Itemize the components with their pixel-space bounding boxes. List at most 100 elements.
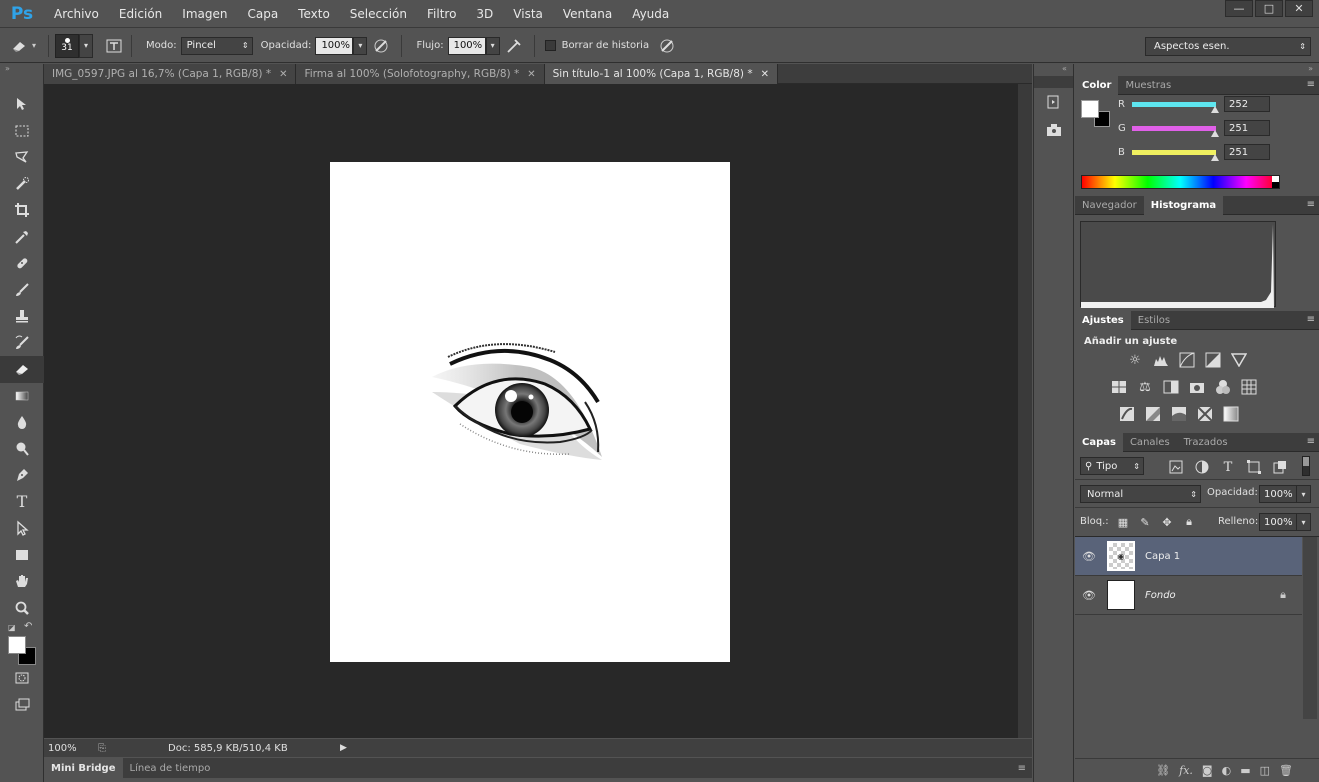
dodge-tool-icon[interactable] xyxy=(0,436,44,463)
preset-dropdown-icon[interactable]: ▾ xyxy=(32,41,36,50)
color-balance-icon[interactable]: ⚖ xyxy=(1136,378,1154,396)
close-tab-icon[interactable]: ✕ xyxy=(761,69,769,80)
opacity-dropdown-icon[interactable]: ▾ xyxy=(353,36,368,55)
brush-panel-icon[interactable] xyxy=(103,38,125,54)
gradient-tool-icon[interactable] xyxy=(0,383,44,410)
color-lookup-icon[interactable] xyxy=(1240,378,1258,396)
quick-selection-tool-icon[interactable] xyxy=(0,171,44,198)
history-panel-icon[interactable] xyxy=(1034,88,1073,116)
lasso-tool-icon[interactable] xyxy=(0,144,44,171)
move-tool-icon[interactable] xyxy=(0,91,44,118)
brush-size-picker[interactable]: 31 xyxy=(55,33,80,58)
exposure-icon[interactable] xyxy=(1204,351,1222,369)
path-selection-tool-icon[interactable] xyxy=(0,515,44,542)
layer-row-fondo[interactable]: 👁︎ Fondo 🔒︎ xyxy=(1075,576,1302,615)
menu-capa[interactable]: Capa xyxy=(237,0,288,28)
filter-smart-object-icon[interactable] xyxy=(1271,458,1289,476)
lock-pixels-icon[interactable]: ✎ xyxy=(1137,515,1153,529)
tab-swatches[interactable]: Muestras xyxy=(1118,76,1178,95)
hue-saturation-icon[interactable] xyxy=(1110,378,1128,396)
channel-value-input[interactable]: 251 xyxy=(1224,120,1270,136)
workspace-select[interactable]: Aspectos esen. ⇕ xyxy=(1145,37,1311,56)
swap-colors-icon[interactable]: ↶ xyxy=(24,621,32,632)
menu-filtro[interactable]: Filtro xyxy=(417,0,466,28)
vibrance-icon[interactable] xyxy=(1230,351,1248,369)
menu-imagen[interactable]: Imagen xyxy=(172,0,237,28)
brush-tool-icon[interactable] xyxy=(0,277,44,304)
screen-mode-icon[interactable] xyxy=(0,692,44,719)
flow-dropdown-icon[interactable]: ▾ xyxy=(485,36,500,55)
channel-slider[interactable] xyxy=(1132,150,1216,155)
menu-archivo[interactable]: Archivo xyxy=(44,0,109,28)
status-share-icon[interactable]: ⎘ xyxy=(98,743,114,754)
layers-scrollbar[interactable] xyxy=(1303,537,1317,719)
maximize-button[interactable]: □ xyxy=(1255,0,1283,17)
panel-menu-icon[interactable]: ≡ xyxy=(1307,314,1315,325)
expand-panels-icon[interactable]: « xyxy=(1034,64,1073,76)
tab-channels[interactable]: Canales xyxy=(1123,433,1177,452)
filter-shape-icon[interactable] xyxy=(1245,458,1263,476)
selective-color-icon[interactable] xyxy=(1196,405,1214,423)
blur-tool-icon[interactable] xyxy=(0,409,44,436)
close-tab-icon[interactable]: ✕ xyxy=(279,69,287,80)
black-swatch[interactable] xyxy=(1272,182,1279,188)
doc-tab-sin-titulo[interactable]: Sin título-1 al 100% (Capa 1, RGB/8) * ✕ xyxy=(544,64,778,84)
type-tool-icon[interactable]: T xyxy=(0,489,44,516)
new-adjustment-layer-icon[interactable]: ◐ xyxy=(1222,764,1232,777)
close-button[interactable]: ✕ xyxy=(1285,0,1313,17)
tab-styles[interactable]: Estilos xyxy=(1131,311,1177,330)
mode-select[interactable]: Pincel ⇕ xyxy=(180,36,253,55)
slider-thumb-icon[interactable] xyxy=(1210,130,1219,137)
posterize-icon[interactable] xyxy=(1144,405,1162,423)
gradient-map-icon[interactable] xyxy=(1222,405,1240,423)
collapse-panels-icon[interactable]: » xyxy=(1075,64,1319,76)
tab-adjustments[interactable]: Ajustes xyxy=(1075,310,1131,330)
new-group-icon[interactable]: ▬ xyxy=(1240,764,1250,777)
lock-position-icon[interactable]: ✥ xyxy=(1159,515,1175,529)
tab-paths[interactable]: Trazados xyxy=(1177,433,1235,452)
history-brush-tool-icon[interactable] xyxy=(0,330,44,357)
erase-history-checkbox[interactable] xyxy=(544,40,556,51)
zoom-tool-icon[interactable] xyxy=(0,595,44,622)
lock-transparency-icon[interactable]: ▦ xyxy=(1115,515,1131,529)
rectangle-tool-icon[interactable] xyxy=(0,542,44,569)
panel-menu-icon[interactable]: ≡ xyxy=(1018,763,1032,774)
lock-all-icon[interactable]: 🔒︎ xyxy=(1181,515,1197,529)
channel-value-input[interactable]: 252 xyxy=(1224,96,1270,112)
curves-icon[interactable] xyxy=(1178,351,1196,369)
doc-tab-img0597[interactable]: IMG_0597.JPG al 16,7% (Capa 1, RGB/8) * ✕ xyxy=(44,64,297,84)
layer-opacity-input[interactable]: 100% xyxy=(1259,485,1297,503)
layer-opacity-dropdown-icon[interactable]: ▾ xyxy=(1296,485,1311,503)
slider-thumb-icon[interactable] xyxy=(1210,154,1219,161)
menu-3d[interactable]: 3D xyxy=(466,0,503,28)
filter-adjustment-icon[interactable] xyxy=(1193,458,1211,476)
menu-edicion[interactable]: Edición xyxy=(109,0,172,28)
crop-tool-icon[interactable] xyxy=(0,197,44,224)
tab-timeline[interactable]: Línea de tiempo xyxy=(123,758,218,778)
quick-mask-icon[interactable] xyxy=(0,665,44,692)
slider-thumb-icon[interactable] xyxy=(1210,106,1219,113)
zoom-level[interactable]: 100% xyxy=(44,743,94,754)
tab-mini-bridge[interactable]: Mini Bridge xyxy=(44,758,123,778)
tab-layers[interactable]: Capas xyxy=(1075,432,1123,452)
layer-filter-select[interactable]: ⚲ Tipo ⇕ xyxy=(1080,457,1144,475)
color-spectrum-bar[interactable] xyxy=(1081,175,1280,189)
document-canvas[interactable] xyxy=(330,162,730,662)
menu-ayuda[interactable]: Ayuda xyxy=(622,0,679,28)
eraser-tool-icon[interactable] xyxy=(0,356,44,383)
foreground-color-swatch[interactable] xyxy=(8,636,26,654)
channel-slider[interactable] xyxy=(1132,126,1216,131)
status-menu-arrow-icon[interactable]: ▶ xyxy=(340,743,347,753)
menu-vista[interactable]: Vista xyxy=(503,0,553,28)
flow-input[interactable]: 100% xyxy=(447,36,486,55)
default-colors-icon[interactable]: ◪ xyxy=(8,623,16,632)
link-layers-icon[interactable]: ⛓︎ xyxy=(1156,764,1170,777)
opacity-input[interactable]: 100% xyxy=(315,36,354,55)
visibility-eye-icon[interactable]: 👁︎ xyxy=(1075,589,1103,602)
brightness-icon[interactable]: ☼ xyxy=(1126,351,1144,369)
eyedropper-tool-icon[interactable] xyxy=(0,224,44,251)
new-layer-icon[interactable]: ◫ xyxy=(1260,764,1270,777)
eraser-preset-icon[interactable] xyxy=(6,39,32,53)
layer-mask-icon[interactable]: ◙ xyxy=(1202,764,1213,777)
menu-texto[interactable]: Texto xyxy=(288,0,340,28)
